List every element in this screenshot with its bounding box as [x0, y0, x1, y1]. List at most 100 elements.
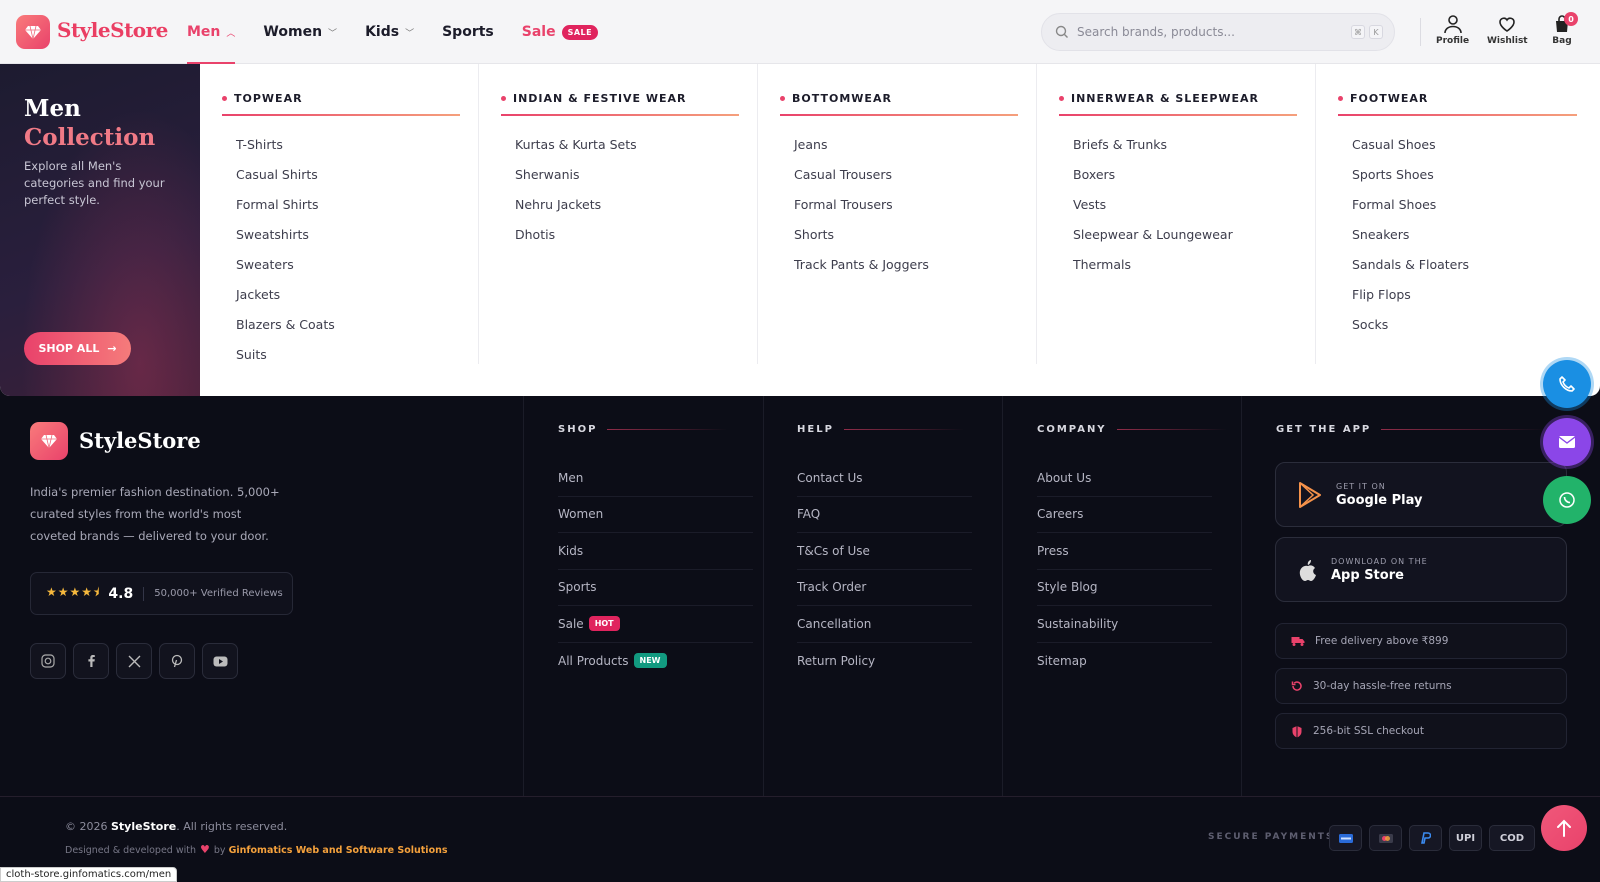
column-header: INNERWEAR & SLEEPWEAR: [1059, 92, 1297, 116]
mega-promo: Men Collection Explore all Men's categor…: [0, 64, 200, 396]
menu-link[interactable]: Nehru Jackets: [501, 190, 739, 220]
menu-link[interactable]: Casual Shirts: [222, 160, 460, 190]
footer-divider: [0, 796, 1600, 797]
copyright: © 2026 StyleStore. All rights reserved.: [65, 820, 287, 833]
mega-column-innerwear: INNERWEAR & SLEEPWEAR Briefs & Trunks Bo…: [1037, 64, 1316, 364]
search-bar[interactable]: ⌘ K: [1041, 13, 1395, 51]
search-input[interactable]: [1077, 25, 1337, 39]
nav-women[interactable]: Women ﹀: [263, 0, 337, 64]
header-divider: [1420, 18, 1421, 46]
menu-link[interactable]: Sneakers: [1338, 220, 1577, 250]
menu-link[interactable]: Kurtas & Kurta Sets: [501, 130, 739, 160]
nav-sports[interactable]: Sports: [442, 0, 494, 64]
nav-sale[interactable]: Sale SALE: [522, 0, 599, 64]
menu-link[interactable]: Blazers & Coats: [222, 310, 460, 340]
pinterest-icon[interactable]: [159, 643, 195, 679]
email-button[interactable]: [1543, 418, 1591, 466]
menu-link[interactable]: Sleepwear & Loungewear: [1059, 220, 1297, 250]
menu-link[interactable]: Sports Shoes: [1338, 160, 1577, 190]
star-rating-icon: ★★★★⯨: [46, 585, 101, 599]
footer-link[interactable]: Sustainability: [1037, 606, 1212, 643]
designer-link[interactable]: Ginfomatics Web and Software Solutions: [229, 845, 448, 856]
footer-link[interactable]: Return Policy: [797, 643, 972, 680]
column-list: T-Shirts Casual Shirts Formal Shirts Swe…: [222, 130, 460, 370]
menu-link[interactable]: Jackets: [222, 280, 460, 310]
nav-men-label: Men: [187, 24, 221, 40]
menu-link[interactable]: Boxers: [1059, 160, 1297, 190]
menu-link[interactable]: T-Shirts: [222, 130, 460, 160]
menu-link[interactable]: Flip Flops: [1338, 280, 1577, 310]
column-title: INDIAN & FESTIVE WEAR: [513, 92, 687, 105]
footer-link[interactable]: Cancellation: [797, 606, 972, 643]
perk-label: 30-day hassle-free returns: [1313, 680, 1452, 692]
mega-column-bottomwear: BOTTOMWEAR Jeans Casual Trousers Formal …: [758, 64, 1037, 364]
column-header: INDIAN & FESTIVE WEAR: [501, 92, 739, 116]
scroll-top-button[interactable]: [1541, 805, 1587, 851]
app-store-small: DOWNLOAD ON THE: [1331, 556, 1428, 566]
app-store-button[interactable]: DOWNLOAD ON THE App Store: [1275, 537, 1567, 602]
instagram-icon[interactable]: [30, 643, 66, 679]
menu-link[interactable]: Vests: [1059, 190, 1297, 220]
footer-link[interactable]: All Products NEW: [558, 643, 753, 680]
menu-link[interactable]: Formal Shoes: [1338, 190, 1577, 220]
footer-link[interactable]: Women: [558, 497, 753, 533]
footer-link[interactable]: Sports: [558, 570, 753, 606]
upi-badge: UPI: [1449, 825, 1482, 851]
google-play-button[interactable]: GET IT ON Google Play: [1275, 462, 1567, 527]
footer-link[interactable]: FAQ: [797, 497, 972, 533]
menu-link[interactable]: Jeans: [780, 130, 1018, 160]
footer-link[interactable]: Careers: [1037, 497, 1212, 533]
mega-menu: Men Collection Explore all Men's categor…: [0, 64, 1600, 396]
logo-icon[interactable]: [16, 15, 50, 49]
footer-link[interactable]: T&Cs of Use: [797, 533, 972, 570]
profile-button[interactable]: Profile: [1436, 14, 1469, 46]
menu-link[interactable]: Formal Trousers: [780, 190, 1018, 220]
logo-text[interactable]: StyleStore: [57, 18, 168, 42]
footer-link[interactable]: Kids: [558, 533, 753, 570]
whatsapp-button[interactable]: [1543, 476, 1591, 524]
footer-logo-icon[interactable]: [30, 422, 68, 460]
google-play-icon: [1299, 481, 1321, 508]
shop-all-button[interactable]: SHOP ALL →: [24, 332, 131, 365]
nav-men[interactable]: Men ︿: [187, 0, 236, 64]
footer-shop-list: Men Women Kids Sports Sale HOT All Produc…: [558, 460, 753, 679]
menu-link[interactable]: Dhotis: [501, 220, 739, 250]
menu-link[interactable]: Shorts: [780, 220, 1018, 250]
x-twitter-icon[interactable]: [116, 643, 152, 679]
menu-link[interactable]: Suits: [222, 340, 460, 370]
menu-link[interactable]: Track Pants & Joggers: [780, 250, 1018, 280]
footer-link[interactable]: Press: [1037, 533, 1212, 570]
menu-link[interactable]: Sweatshirts: [222, 220, 460, 250]
menu-link[interactable]: Socks: [1338, 310, 1577, 340]
google-play-small: GET IT ON: [1336, 481, 1386, 491]
top-header: StyleStore Men ︿ Women ﹀ Kids ﹀ Sports Sale…: [0, 0, 1600, 64]
wishlist-button[interactable]: Wishlist: [1487, 14, 1528, 46]
perk-label: Free delivery above ₹899: [1315, 635, 1449, 647]
bag-button[interactable]: Bag 0: [1552, 12, 1578, 46]
footer-column-header: GET THE APP: [1276, 424, 1547, 435]
arrow-right-icon: →: [107, 342, 117, 355]
menu-link[interactable]: Casual Shoes: [1338, 130, 1577, 160]
mastercard-icon: [1369, 825, 1402, 851]
heart-icon: ♥: [200, 843, 210, 856]
footer-link[interactable]: Track Order: [797, 570, 972, 606]
footer-link[interactable]: Contact Us: [797, 460, 972, 497]
footer-link[interactable]: About Us: [1037, 460, 1212, 497]
footer-link[interactable]: Sale HOT: [558, 606, 753, 643]
menu-link[interactable]: Thermals: [1059, 250, 1297, 280]
menu-link[interactable]: Briefs & Trunks: [1059, 130, 1297, 160]
footer-logo-text[interactable]: StyleStore: [79, 428, 201, 453]
nav-kids[interactable]: Kids ﹀: [365, 0, 414, 64]
facebook-icon[interactable]: [73, 643, 109, 679]
footer-link[interactable]: Style Blog: [1037, 570, 1212, 606]
menu-link[interactable]: Formal Shirts: [222, 190, 460, 220]
call-button[interactable]: [1543, 360, 1591, 408]
menu-link[interactable]: Sandals & Floaters: [1338, 250, 1577, 280]
truck-icon: [1291, 637, 1305, 646]
footer-link[interactable]: Men: [558, 460, 753, 497]
menu-link[interactable]: Casual Trousers: [780, 160, 1018, 190]
youtube-icon[interactable]: [202, 643, 238, 679]
footer-link[interactable]: Sitemap: [1037, 643, 1212, 680]
menu-link[interactable]: Sherwanis: [501, 160, 739, 190]
menu-link[interactable]: Sweaters: [222, 250, 460, 280]
